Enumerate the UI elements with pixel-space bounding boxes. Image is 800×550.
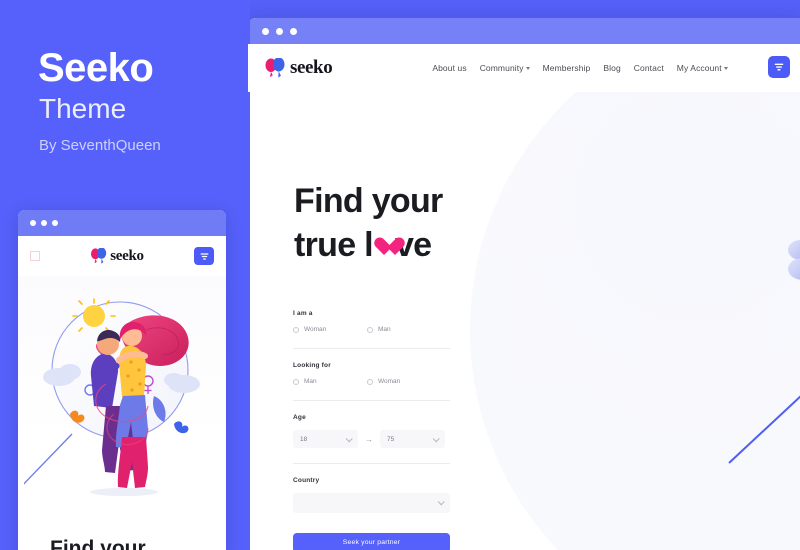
menu-item-contact[interactable]: Contact (634, 63, 664, 73)
age-max-value: 75 (387, 435, 395, 443)
decorative-circle (470, 92, 800, 550)
hero-stage: Find your true l ve I am a Woman Man Loo… (248, 92, 800, 550)
mobile-preview-card: seeko Find your (18, 210, 226, 550)
brand-logo[interactable]: seeko (264, 57, 333, 79)
decorative-cloud-icon (766, 240, 800, 284)
age-min-value: 18 (300, 435, 308, 443)
balloon-heart-logo-icon (91, 248, 107, 264)
field-i-am-a: I am a Woman Man (293, 310, 450, 333)
form-spacer (293, 530, 450, 531)
browser-chrome-bar (248, 18, 800, 44)
browser-window: seeko About us Community Membership Blog… (248, 18, 800, 550)
heart-icon (373, 238, 395, 258)
menu-item-about-us[interactable]: About us (432, 63, 466, 73)
balloon-heart-logo-icon (265, 58, 285, 78)
menu-icon[interactable] (30, 251, 40, 261)
window-dot-green[interactable] (290, 27, 297, 35)
radio-dot-icon (293, 378, 299, 385)
window-dot-green (52, 220, 58, 226)
hero-title: Find your true l ve (294, 180, 443, 267)
mobile-navbar: seeko (18, 236, 226, 276)
menu-label: Contact (633, 63, 664, 73)
filter-icon (200, 252, 208, 260)
couple-in-magnifier-illustration (24, 298, 200, 496)
radio-i-am-a-man[interactable]: Man (367, 326, 441, 333)
filter-icon (774, 63, 784, 71)
country-label: Country (293, 477, 320, 484)
window-dot-red (30, 220, 36, 226)
promo-subtitle: Theme (39, 93, 127, 124)
chevron-down-icon (525, 67, 530, 70)
menu-label: Community (479, 63, 524, 73)
i-am-a-options: Woman Man (293, 326, 450, 333)
age-range-arrow-icon: → (365, 434, 373, 444)
site-navbar: seeko About us Community Membership Blog… (248, 44, 800, 92)
mobile-hero-title: Find your (50, 537, 146, 550)
menu-label: My Account (676, 63, 722, 73)
age-range-row: 18 → 75 (293, 430, 450, 448)
i-am-a-label: I am a (293, 310, 313, 317)
main-menu: About us Community Membership Blog Conta… (432, 63, 728, 73)
mobile-brand-logo[interactable]: seeko (90, 248, 144, 265)
window-dot-yellow (41, 220, 47, 226)
mobile-brand-name: seeko (110, 247, 144, 264)
radio-looking-for-woman[interactable]: Woman (367, 378, 441, 385)
window-dot-yellow[interactable] (276, 27, 283, 35)
looking-for-options: Man Woman (293, 378, 450, 385)
looking-for-label: Looking for (293, 362, 331, 369)
chevron-down-icon (345, 435, 353, 443)
radio-dot-icon (367, 326, 373, 333)
radio-label: Woman (378, 378, 401, 385)
mobile-hero-section: Find your (18, 276, 226, 550)
radio-dot-icon (367, 378, 373, 385)
form-divider (293, 400, 450, 401)
form-divider (293, 463, 450, 464)
promo-author: By SeventhQueen (39, 137, 161, 154)
promo-title: Seeko (38, 46, 154, 90)
menu-item-blog[interactable]: Blog (603, 63, 620, 73)
search-partner-form: I am a Woman Man Looking for Man Woman A… (293, 310, 450, 550)
country-select[interactable] (293, 493, 450, 513)
mobile-browser-chrome (18, 210, 226, 236)
brand-name: seeko (290, 57, 333, 78)
chevron-down-icon (723, 67, 728, 70)
radio-looking-for-man[interactable]: Man (293, 378, 367, 385)
menu-label: Membership (542, 63, 591, 73)
menu-label: Blog (603, 63, 621, 73)
menu-item-my-account[interactable]: My Account (677, 63, 728, 73)
field-age: Age 18 → 75 (293, 414, 450, 448)
form-divider (293, 348, 450, 349)
window-dot-red[interactable] (262, 27, 269, 35)
chevron-down-icon (432, 435, 440, 443)
field-country: Country (293, 477, 450, 513)
age-min-select[interactable]: 18 (293, 430, 358, 448)
radio-dot-icon (293, 326, 299, 333)
hero-title-line1: Find your (294, 182, 443, 220)
radio-label: Woman (304, 326, 327, 333)
hero-title-line2-before: true l (294, 225, 374, 264)
field-looking-for: Looking for Man Woman (293, 362, 450, 385)
age-max-select[interactable]: 75 (380, 430, 445, 448)
menu-item-membership[interactable]: Membership (543, 63, 591, 73)
chevron-down-icon (437, 498, 445, 506)
seek-partner-button[interactable]: Seek your partner (293, 532, 450, 550)
radio-i-am-a-woman[interactable]: Woman (293, 326, 367, 333)
promo-panel: Seeko Theme By SeventhQueen seeko Find y… (0, 0, 250, 550)
menu-label: About us (432, 63, 467, 73)
age-label: Age (293, 414, 306, 421)
mobile-filter-button[interactable] (194, 247, 214, 265)
radio-label: Man (378, 326, 391, 333)
radio-label: Man (304, 378, 317, 385)
menu-item-community[interactable]: Community (480, 63, 530, 73)
filter-button[interactable] (768, 56, 790, 78)
